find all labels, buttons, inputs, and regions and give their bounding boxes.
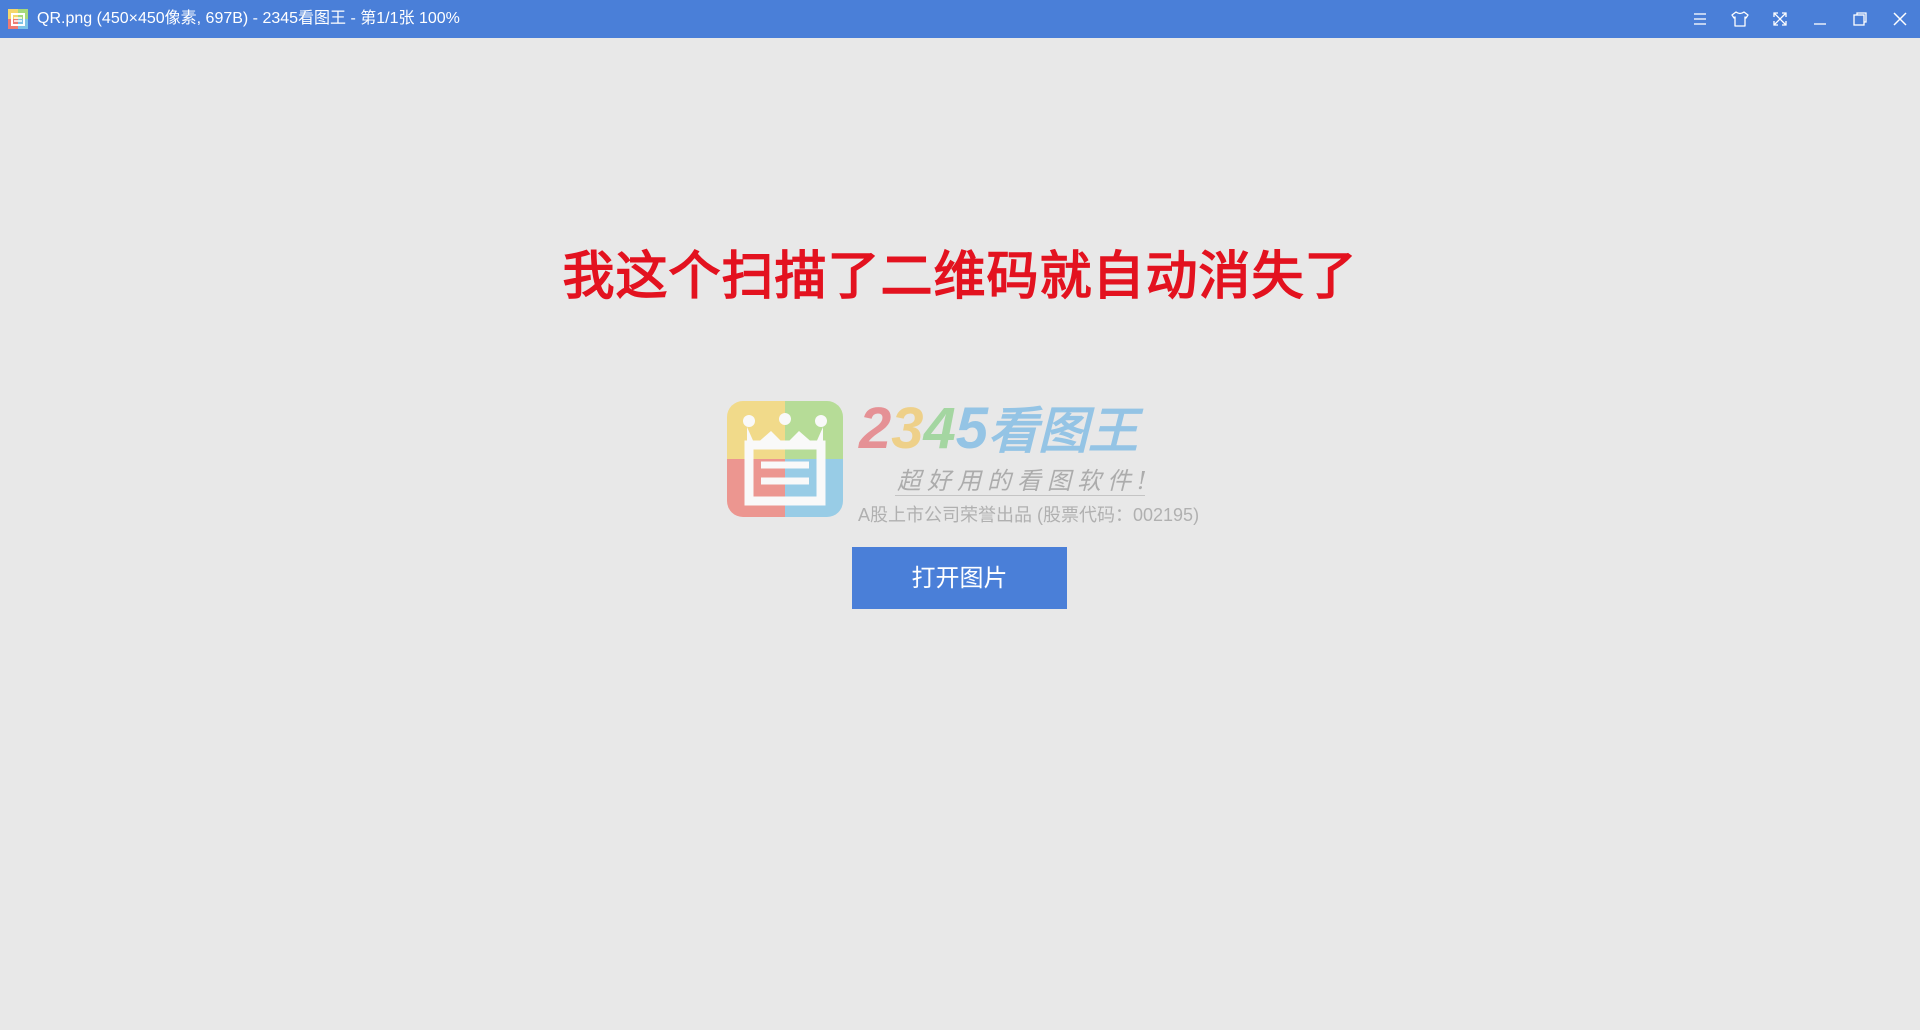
brand-slogan: 超好用的看图软件! — [897, 467, 1153, 495]
brand-name: 2345看图王 — [859, 397, 1138, 461]
title-bar[interactable]: QR.png (450×450像素, 697B) - 2345看图王 - 第1/… — [0, 0, 1920, 38]
brand-logo-block: 2345看图王 超好用的看图软件! A股上市公司荣誉出品 (股票代码：00219… — [727, 397, 1199, 525]
fullscreen-icon — [1773, 12, 1787, 26]
close-icon — [1893, 12, 1907, 26]
restore-icon — [1853, 12, 1867, 26]
skin-button[interactable] — [1720, 0, 1760, 38]
window-title: QR.png (450×450像素, 697B) - 2345看图王 - 第1/… — [37, 10, 460, 27]
app-logo-large-icon — [727, 401, 843, 517]
app-logo-icon — [8, 9, 28, 29]
window-controls — [1680, 0, 1920, 38]
brand-digit-4: 4 — [923, 396, 956, 461]
brand-digit-3: 3 — [891, 396, 924, 461]
skin-icon — [1731, 11, 1749, 27]
minimize-button[interactable] — [1800, 0, 1840, 38]
restore-button[interactable] — [1840, 0, 1880, 38]
brand-digit-2: 2 — [859, 396, 892, 461]
viewer-canvas: 我这个扫描了二维码就自动消失了 2345看图王 超好用的看图软件! A股上市公司… — [0, 38, 1920, 1030]
open-image-button[interactable]: 打开图片 — [852, 547, 1067, 609]
company-note: A股上市公司荣誉出品 (股票代码：002195) — [858, 505, 1200, 525]
close-button[interactable] — [1880, 0, 1920, 38]
brand-digit-5: 5 — [955, 396, 989, 461]
slogan-underline — [895, 495, 1145, 496]
image-viewer-window: QR.png (450×450像素, 697B) - 2345看图王 - 第1/… — [0, 0, 1920, 1030]
headline-text: 我这个扫描了二维码就自动消失了 — [562, 248, 1358, 306]
fullscreen-button[interactable] — [1760, 0, 1800, 38]
menu-icon — [1694, 13, 1706, 25]
menu-button[interactable] — [1680, 0, 1720, 38]
brand-name-cn: 看图王 — [988, 403, 1139, 459]
minimize-icon — [1814, 23, 1826, 25]
